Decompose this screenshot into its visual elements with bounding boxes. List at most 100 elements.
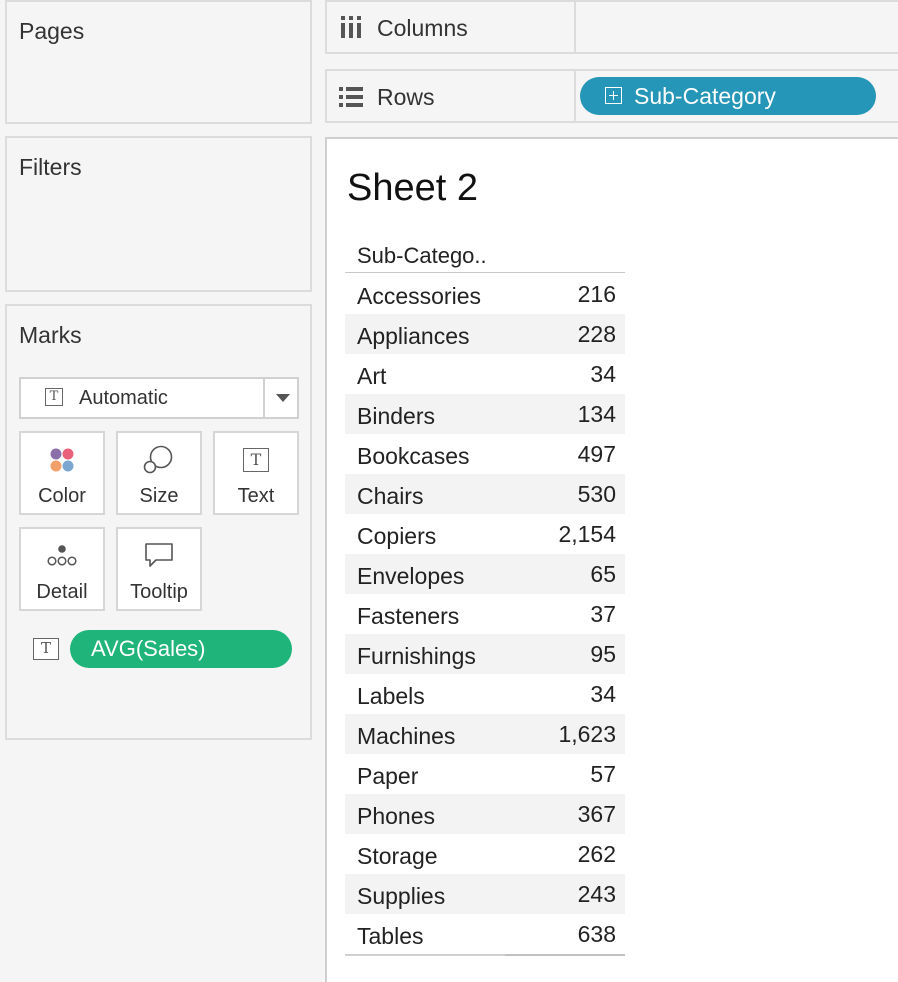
detail-icon [21, 541, 103, 571]
rows-icon [339, 85, 365, 114]
avg-sales-cell[interactable]: 2,154 [558, 521, 616, 548]
table-row[interactable]: Paper 57 [345, 754, 625, 794]
detail-icon-svg [47, 545, 77, 566]
avg-sales-pill[interactable]: AVG(Sales) [70, 630, 292, 668]
rows-label: Rows [377, 84, 435, 110]
color-button[interactable]: Color [19, 431, 105, 515]
text-icon: T [215, 445, 297, 475]
avg-sales-cell[interactable]: 216 [578, 281, 616, 308]
sub-category-cell[interactable]: Bookcases [357, 443, 470, 470]
avg-sales-cell[interactable]: 367 [578, 801, 616, 828]
marks-title: Marks [19, 322, 82, 348]
tooltip-icon-svg [145, 543, 173, 567]
avg-sales-cell[interactable]: 497 [578, 441, 616, 468]
table-row[interactable]: Tables 638 [345, 914, 625, 954]
avg-sales-cell[interactable]: 37 [590, 601, 616, 628]
avg-sales-cell[interactable]: 95 [590, 641, 616, 668]
columns-shelf[interactable]: Columns [325, 0, 898, 54]
pages-panel[interactable]: Pages [5, 0, 312, 124]
sub-category-cell[interactable]: Tables [357, 923, 423, 950]
avg-sales-cell[interactable]: 530 [578, 481, 616, 508]
table-row[interactable]: Fasteners 37 [345, 594, 625, 634]
table-row[interactable]: Supplies 243 [345, 874, 625, 914]
rows-divider [574, 71, 576, 123]
rows-shelf[interactable]: Rows Sub-Category [325, 69, 898, 123]
tooltip-icon [118, 541, 200, 571]
table-bottom-border-right [505, 954, 625, 956]
table-row[interactable]: Appliances 228 [345, 314, 625, 354]
size-icon-svg [143, 445, 173, 474]
table-row[interactable]: Phones 367 [345, 794, 625, 834]
table-row[interactable]: Labels 34 [345, 674, 625, 714]
avg-sales-cell[interactable]: 65 [590, 561, 616, 588]
marks-panel: Marks T Automatic Color Size T Text Deta… [5, 304, 312, 740]
size-button[interactable]: Size [116, 431, 202, 515]
filters-panel[interactable]: Filters [5, 136, 312, 292]
table-bottom-border-left [345, 954, 505, 956]
table-row[interactable]: Accessories 216 [345, 274, 625, 314]
avg-sales-cell[interactable]: 262 [578, 841, 616, 868]
tooltip-button-label: Tooltip [130, 581, 188, 603]
avg-sales-cell[interactable]: 1,623 [558, 721, 616, 748]
tooltip-button[interactable]: Tooltip [116, 527, 202, 611]
table-row[interactable]: Art 34 [345, 354, 625, 394]
text-button-label: Text [237, 485, 275, 507]
columns-label: Columns [377, 15, 468, 41]
size-icon [118, 445, 200, 475]
detail-button[interactable]: Detail [19, 527, 105, 611]
mark-type-dropdown[interactable]: T Automatic [19, 377, 299, 419]
detail-button-label: Detail [36, 581, 88, 603]
sub-category-cell[interactable]: Accessories [357, 283, 481, 310]
avg-sales-cell[interactable]: 57 [590, 761, 616, 788]
table-row[interactable]: Copiers 2,154 [345, 514, 625, 554]
sub-category-cell[interactable]: Binders [357, 403, 435, 430]
sub-category-header[interactable]: Sub-Catego.. [357, 243, 487, 269]
avg-sales-cell[interactable]: 34 [590, 361, 616, 388]
sheet-title[interactable]: Sheet 2 [347, 167, 478, 210]
sub-category-cell[interactable]: Fasteners [357, 603, 459, 630]
avg-sales-cell[interactable]: 638 [578, 921, 616, 948]
table-row[interactable]: Machines 1,623 [345, 714, 625, 754]
text-encoding-icon[interactable]: T [33, 638, 59, 660]
text-mark-icon: T [45, 388, 63, 406]
avg-sales-cell[interactable]: 34 [590, 681, 616, 708]
columns-icon [339, 16, 365, 45]
size-button-label: Size [139, 485, 179, 507]
mark-type-label: Automatic [79, 387, 168, 409]
text-button[interactable]: T Text [213, 431, 299, 515]
text-t-icon: T [243, 448, 269, 472]
avg-sales-cell[interactable]: 228 [578, 321, 616, 348]
table-row[interactable]: Furnishings 95 [345, 634, 625, 674]
sub-category-cell[interactable]: Art [357, 363, 386, 390]
color-dots-icon [21, 445, 103, 475]
sub-category-cell[interactable]: Chairs [357, 483, 423, 510]
sub-category-cell[interactable]: Phones [357, 803, 435, 830]
pages-title: Pages [19, 18, 85, 44]
table-bottom-border [345, 954, 625, 956]
sub-category-cell[interactable]: Machines [357, 723, 455, 750]
avg-sales-cell[interactable]: 134 [578, 401, 616, 428]
sub-category-cell[interactable]: Furnishings [357, 643, 476, 670]
sub-category-cell[interactable]: Paper [357, 763, 418, 790]
expand-plus-icon[interactable] [605, 87, 622, 104]
chevron-down-icon[interactable] [276, 394, 290, 402]
sub-category-cell[interactable]: Storage [357, 843, 438, 870]
sub-category-cell[interactable]: Copiers [357, 523, 436, 550]
table-row[interactable]: Envelopes 65 [345, 554, 625, 594]
table-row[interactable]: Binders 134 [345, 394, 625, 434]
sub-category-cell[interactable]: Appliances [357, 323, 470, 350]
sub-category-cell[interactable]: Supplies [357, 883, 445, 910]
table-row[interactable]: Bookcases 497 [345, 434, 625, 474]
text-table: Accessories 216 Appliances 228 Art 34 Binders 1… [345, 274, 625, 954]
sub-category-pill-label: Sub-Category [634, 83, 776, 109]
sub-category-cell[interactable]: Labels [357, 683, 425, 710]
table-row[interactable]: Storage 262 [345, 834, 625, 874]
avg-sales-cell[interactable]: 243 [578, 881, 616, 908]
sub-category-cell[interactable]: Envelopes [357, 563, 464, 590]
header-divider [345, 272, 625, 273]
view-canvas: Sheet 2 Sub-Catego.. Accessories 216 Appli… [325, 137, 898, 982]
sub-category-pill[interactable]: Sub-Category [580, 77, 876, 115]
filters-title: Filters [19, 154, 82, 180]
color-dots-icon-svg [50, 448, 74, 472]
table-row[interactable]: Chairs 530 [345, 474, 625, 514]
